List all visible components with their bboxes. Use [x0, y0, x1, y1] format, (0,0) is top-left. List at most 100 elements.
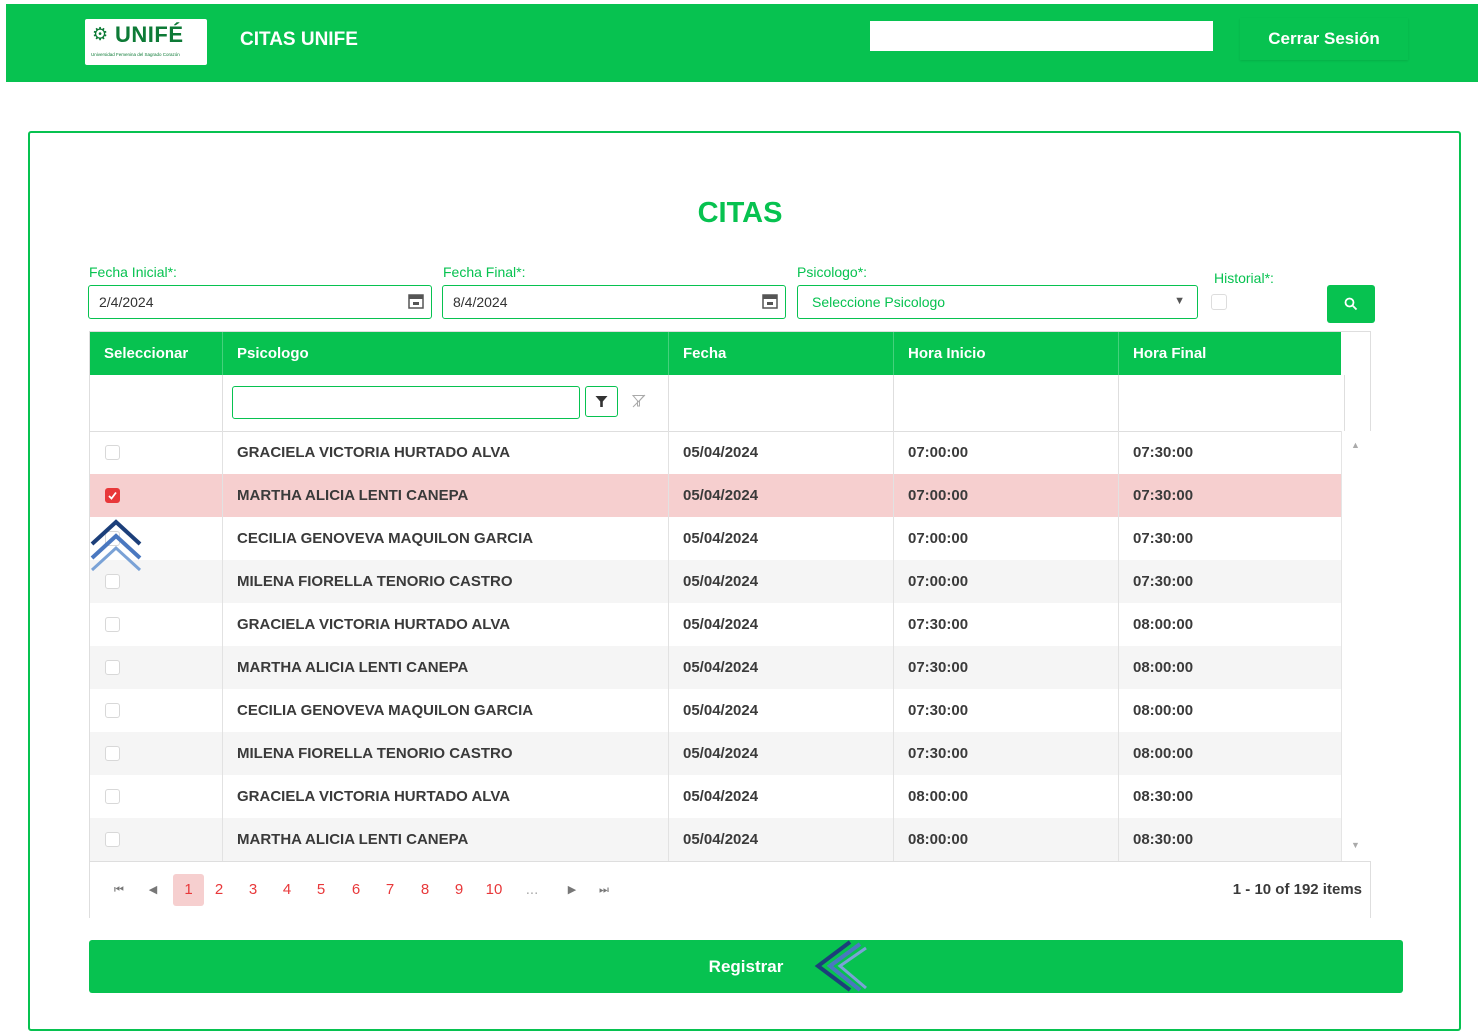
pager-info: 1 - 10 of 192 items — [1232, 881, 1362, 898]
grid-vertical-scrollbar[interactable]: ▲ ▼ — [1341, 431, 1371, 861]
select-cell — [90, 431, 223, 474]
appointments-grid: Seleccionar Psicologo Fecha Hora Inicio … — [89, 331, 1371, 918]
calendar-icon[interactable] — [761, 292, 779, 310]
table-row[interactable]: MARTHA ALICIA LENTI CANEPA 05/04/2024 08:0… — [90, 818, 1341, 861]
date-cell: 05/04/2024 — [669, 431, 894, 474]
column-header-start-time[interactable]: Hora Inicio — [894, 332, 1119, 375]
next-page-icon[interactable]: ▶ — [565, 874, 579, 906]
page-title: CITAS — [697, 197, 783, 229]
start-time-cell: 07:00:00 — [894, 517, 1119, 560]
column-header-psychologist[interactable]: Psicologo — [223, 332, 669, 375]
table-row[interactable]: MARTHA ALICIA LENTI CANEPA 05/04/2024 07:0… — [90, 474, 1341, 517]
table-row[interactable]: CECILIA GENOVEVA MAQUILON GARCIA 05/04/20… — [90, 517, 1341, 560]
psychologist-select-value: Seleccione Psicologo — [812, 294, 946, 310]
history-checkbox[interactable] — [1211, 294, 1227, 310]
row-checkbox[interactable] — [105, 746, 120, 761]
date-cell: 05/04/2024 — [669, 474, 894, 517]
psychologist-cell: CECILIA GENOVEVA MAQUILON GARCIA — [223, 517, 669, 560]
scroll-up-icon[interactable]: ▲ — [1351, 440, 1360, 450]
calendar-icon[interactable] — [407, 292, 425, 310]
psychologist-cell: MILENA FIORELLA TENORIO CASTRO — [223, 732, 669, 775]
page-link[interactable]: 3 — [242, 874, 264, 906]
end-time-cell: 07:30:00 — [1133, 444, 1194, 461]
table-row[interactable]: MILENA FIORELLA TENORIO CASTRO 05/04/2024… — [90, 560, 1341, 603]
page-link[interactable]: ... — [521, 874, 543, 906]
prev-page-icon[interactable]: ◀ — [146, 874, 160, 906]
register-button[interactable]: Registrar — [89, 940, 1403, 993]
table-row[interactable]: MILENA FIORELLA TENORIO CASTRO 05/04/2024… — [90, 732, 1341, 775]
select-cell — [90, 818, 223, 861]
psychologist-cell: MARTHA ALICIA LENTI CANEPA — [223, 646, 669, 689]
row-checkbox[interactable] — [105, 445, 120, 460]
select-cell — [90, 603, 223, 646]
start-date-field[interactable]: 2/4/2024 — [88, 285, 432, 319]
table-row[interactable]: MARTHA ALICIA LENTI CANEPA 05/04/2024 07:3… — [90, 646, 1341, 689]
logout-button[interactable]: Cerrar Sesión — [1240, 18, 1408, 60]
end-time-cell: 08:00:00 — [1133, 616, 1194, 633]
dropdown-arrow-icon: ▼ — [1174, 295, 1185, 307]
filter-cell-end-time — [1119, 375, 1345, 431]
end-time-cell: 08:30:00 — [1133, 788, 1194, 805]
start-time-cell: 07:30:00 — [894, 689, 1119, 732]
table-row[interactable]: GRACIELA VICTORIA HURTADO ALVA 05/04/2024… — [90, 431, 1341, 474]
page-link[interactable]: 8 — [414, 874, 436, 906]
end-time-cell: 07:30:00 — [1133, 573, 1194, 590]
clear-filter-button[interactable] — [623, 386, 656, 417]
psychologist-cell: GRACIELA VICTORIA HURTADO ALVA — [223, 431, 669, 474]
end-time-cell: 08:00:00 — [1133, 702, 1194, 719]
search-button[interactable] — [1327, 285, 1375, 323]
page-link[interactable]: 5 — [310, 874, 332, 906]
page-link[interactable]: 1 — [173, 874, 204, 906]
logo-gear-icon: ⚙ — [92, 24, 109, 44]
search-icon — [1344, 297, 1358, 311]
grid-header: Seleccionar Psicologo Fecha Hora Inicio … — [90, 332, 1341, 375]
date-cell: 05/04/2024 — [669, 818, 894, 861]
last-page-icon[interactable]: ⏭ — [597, 874, 611, 906]
checkmark-icon — [108, 491, 117, 500]
psychologist-cell: CECILIA GENOVEVA MAQUILON GARCIA — [223, 689, 669, 732]
start-time-cell: 08:00:00 — [894, 818, 1119, 861]
psychologist-select[interactable]: Seleccione Psicologo ▼ — [797, 285, 1198, 319]
table-row[interactable]: CECILIA GENOVEVA MAQUILON GARCIA 05/04/20… — [90, 689, 1341, 732]
filter-cell-start-time — [894, 375, 1119, 431]
row-checkbox[interactable] — [105, 832, 120, 847]
first-page-icon[interactable]: ⏮ — [112, 874, 126, 906]
row-checkbox[interactable] — [105, 703, 120, 718]
column-header-date[interactable]: Fecha — [669, 332, 894, 375]
scroll-down-icon[interactable]: ▼ — [1351, 840, 1360, 850]
page-link[interactable]: 4 — [276, 874, 298, 906]
page-link[interactable]: 7 — [379, 874, 401, 906]
grid-pager: ⏮ ◀ 1 2 3 4 5 6 7 8 9 10... ▶ ⏭ 1 - 10 of 192 ite… — [90, 861, 1370, 918]
page-link[interactable]: 6 — [345, 874, 367, 906]
app-title: CITAS UNIFE — [240, 29, 358, 50]
psychologist-cell: GRACIELA VICTORIA HURTADO ALVA — [223, 775, 669, 818]
header-search-input[interactable] — [870, 21, 1213, 51]
filter-cell-select — [90, 375, 223, 431]
double-chevron-up-icon — [90, 519, 142, 572]
column-header-select[interactable]: Seleccionar — [90, 332, 223, 375]
start-time-cell: 07:30:00 — [894, 646, 1119, 689]
table-row[interactable]: GRACIELA VICTORIA HURTADO ALVA 05/04/2024… — [90, 775, 1341, 818]
psychologist-filter-input[interactable] — [232, 386, 580, 419]
column-header-end-time[interactable]: Hora Final — [1119, 332, 1341, 375]
table-row[interactable]: GRACIELA VICTORIA HURTADO ALVA 05/04/2024… — [90, 603, 1341, 646]
row-checkbox[interactable] — [105, 617, 120, 632]
page-link[interactable]: 9 — [448, 874, 470, 906]
filter-button[interactable] — [585, 386, 618, 417]
psychologist-cell: MARTHA ALICIA LENTI CANEPA — [223, 818, 669, 861]
row-checkbox[interactable] — [105, 488, 120, 503]
end-time-cell: 07:30:00 — [1133, 530, 1194, 547]
row-checkbox[interactable] — [105, 789, 120, 804]
psychologist-cell: GRACIELA VICTORIA HURTADO ALVA — [223, 603, 669, 646]
end-date-field[interactable]: 8/4/2024 — [442, 285, 786, 319]
row-checkbox[interactable] — [105, 574, 120, 589]
end-time-cell: 08:00:00 — [1133, 659, 1194, 676]
row-checkbox[interactable] — [105, 660, 120, 675]
page-link[interactable]: 2 — [208, 874, 230, 906]
page-link[interactable]: 10 — [483, 874, 505, 906]
unife-logo[interactable]: ⚙ UNIFÉ Universidad Femenina del Sagrado… — [85, 19, 207, 65]
filter-icon — [595, 396, 608, 407]
psychologist-cell: MILENA FIORELLA TENORIO CASTRO — [223, 560, 669, 603]
date-cell: 05/04/2024 — [669, 646, 894, 689]
start-time-cell: 08:00:00 — [894, 775, 1119, 818]
